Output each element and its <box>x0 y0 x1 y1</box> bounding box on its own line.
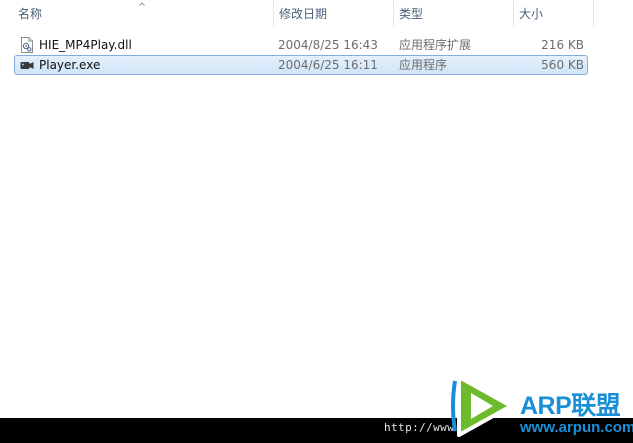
column-divider[interactable] <box>393 0 394 26</box>
file-name: HIE_MP4Play.dll <box>39 38 132 52</box>
column-name-header[interactable]: 名称 <box>18 0 42 28</box>
arp-logo-icon <box>451 375 513 437</box>
file-row-player-exe[interactable]: Player.exe 2004/6/25 16:11 应用程序 560 KB <box>14 55 588 75</box>
column-divider[interactable] <box>273 0 274 26</box>
file-type: 应用程序 <box>399 58 448 72</box>
file-name: Player.exe <box>39 58 101 72</box>
column-type-header[interactable]: 类型 <box>399 0 423 28</box>
exe-file-icon <box>20 62 34 69</box>
status-url-text: http://www <box>384 421 455 434</box>
column-date-header[interactable]: 修改日期 <box>279 0 327 28</box>
file-date-modified: 2004/6/25 16:11 <box>278 58 378 72</box>
file-type: 应用程序扩展 <box>399 38 472 52</box>
watermark-brand: ARP联盟 <box>520 392 621 420</box>
column-size-header[interactable]: 大小 <box>519 0 543 28</box>
column-divider[interactable] <box>593 0 594 26</box>
file-size: 560 KB <box>541 58 584 72</box>
dll-file-icon <box>21 37 33 53</box>
sort-ascending-icon <box>139 2 145 6</box>
watermark-url: www.arpun.com <box>520 419 633 436</box>
file-row-hie-mp4play-dll[interactable]: HIE_MP4Play.dll 2004/8/25 16:43 应用程序扩展 2… <box>14 35 588 55</box>
file-date-modified: 2004/8/25 16:43 <box>278 38 378 52</box>
column-divider[interactable] <box>513 0 514 26</box>
column-header: 名称 修改日期 类型 大小 <box>0 0 633 28</box>
file-size: 216 KB <box>541 38 584 52</box>
